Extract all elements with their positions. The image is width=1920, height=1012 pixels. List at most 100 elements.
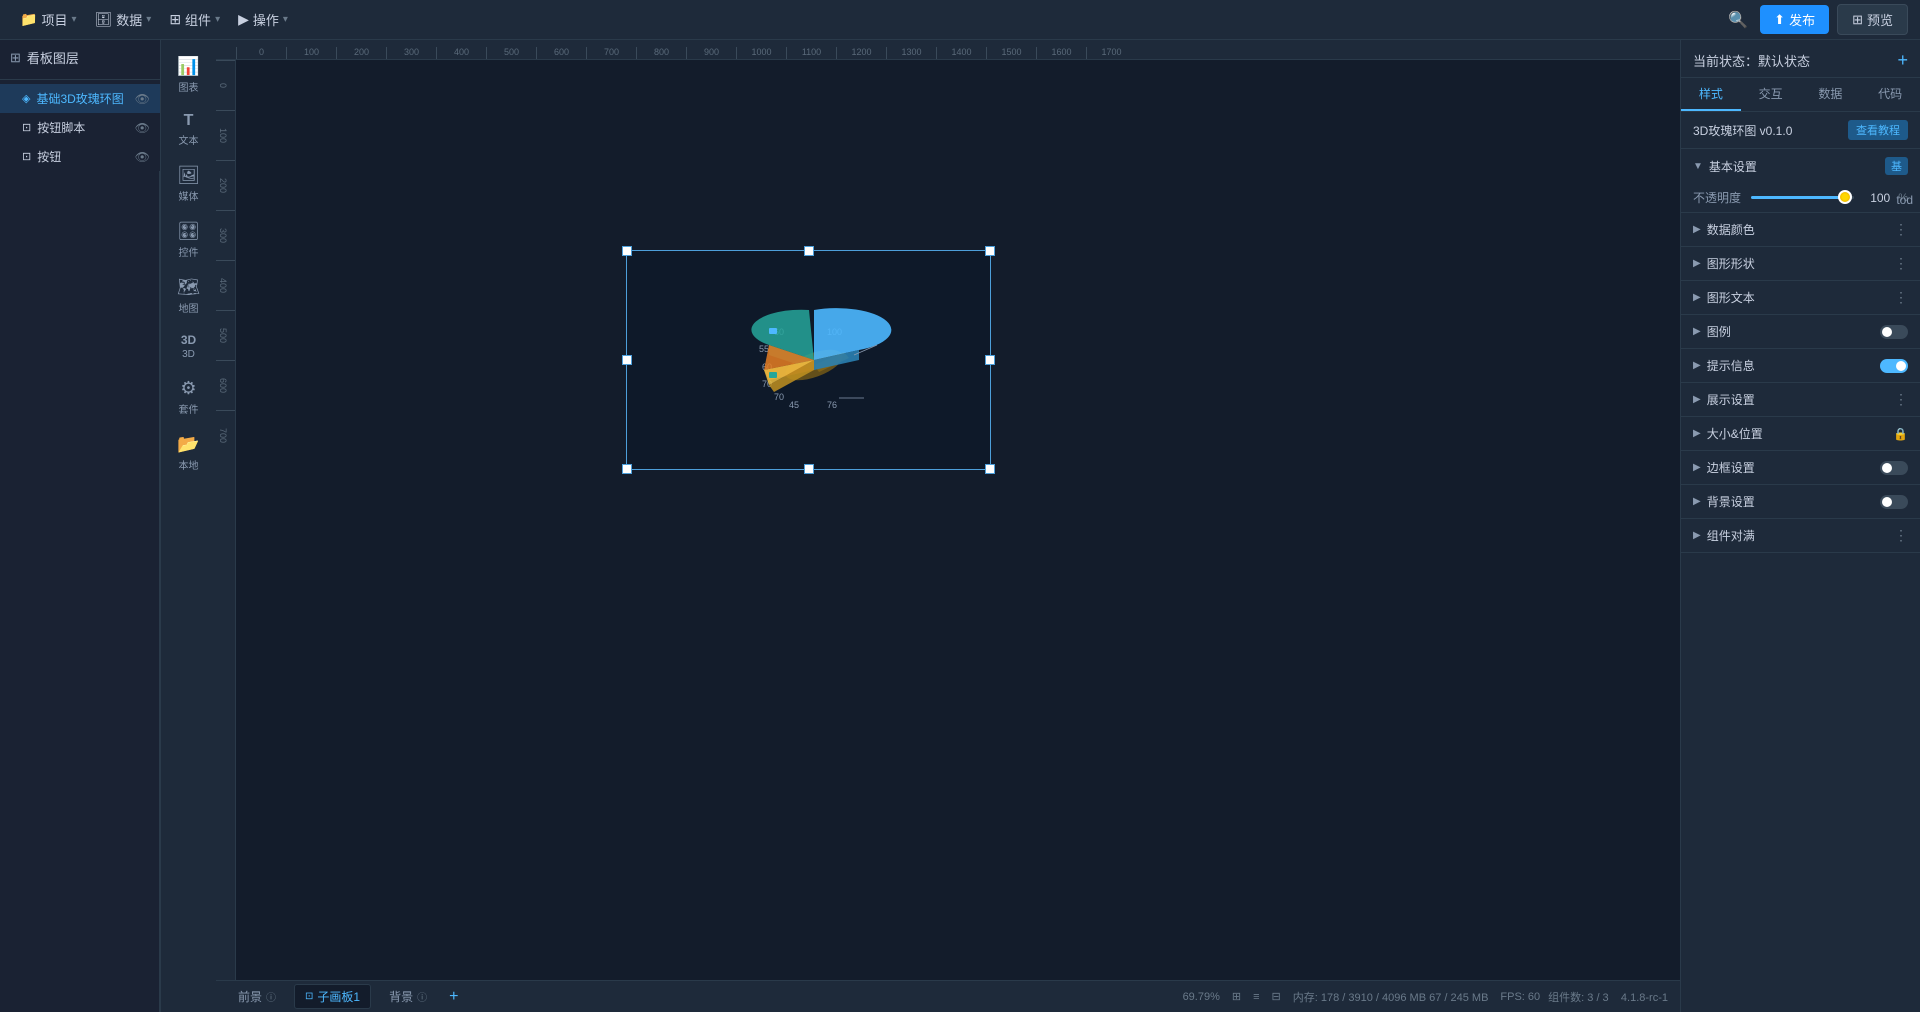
panel-item-control[interactable]: 🎛 控件 xyxy=(164,213,214,267)
handle-mr[interactable] xyxy=(985,355,995,365)
page-tab-foreground[interactable]: 前景 ⓘ xyxy=(228,985,286,1008)
border-header[interactable]: ▶ 边框设置 xyxy=(1681,451,1920,484)
panel-item-suite[interactable]: ⚙ 套件 xyxy=(164,370,214,424)
section-background: ▶ 背景设置 xyxy=(1681,485,1920,519)
search-icon[interactable]: 🔍 xyxy=(1724,6,1752,34)
tutorial-button[interactable]: 查看教程 xyxy=(1848,120,1908,140)
publish-button[interactable]: ⬆ 发布 xyxy=(1760,5,1829,34)
memory-info: 内存: 178 / 3910 / 4096 MB 67 / 245 MB xyxy=(1293,989,1489,1005)
layer-tree-header[interactable]: ⊞ 看板图层 xyxy=(0,40,160,75)
chart-shape-header[interactable]: ▶ 图形形状 ⋮ xyxy=(1681,247,1920,280)
section-basic-header[interactable]: ▼ 基本设置 基 xyxy=(1681,149,1920,183)
data-color-arrow-icon: ▶ xyxy=(1693,224,1701,235)
ruler-mark-900: 900 xyxy=(686,47,736,59)
tab-style[interactable]: 样式 xyxy=(1681,78,1741,111)
opacity-slider[interactable] xyxy=(1751,196,1854,199)
add-state-button[interactable]: + xyxy=(1897,50,1908,71)
background-toggle[interactable] xyxy=(1880,495,1908,509)
alignment-header[interactable]: ▶ 组件对满 ⋮ xyxy=(1681,519,1920,552)
chart-text-header[interactable]: ▶ 图形文本 ⋮ xyxy=(1681,281,1920,314)
map-icon: 🗺 xyxy=(177,277,200,298)
legend-toggle[interactable] xyxy=(1880,325,1908,339)
page-tab-subcanvas[interactable]: ⊡ 子画板1 xyxy=(294,984,371,1009)
chart-shape-more-icon[interactable]: ⋮ xyxy=(1894,255,1908,272)
sidebar-item-rose-chart[interactable]: ◈ 基础3D玫瑰环图 👁 xyxy=(0,84,160,113)
handle-br[interactable] xyxy=(985,464,995,474)
eye-icon-1[interactable]: 👁 xyxy=(135,121,150,135)
chart-text-arrow-icon: ▶ xyxy=(1693,292,1701,303)
page-tab-background[interactable]: 背景 ⓘ xyxy=(379,985,437,1008)
tooltip-toggle[interactable] xyxy=(1880,359,1908,373)
lock-icon[interactable]: 🔒 xyxy=(1893,427,1908,441)
3d-icon: 3D xyxy=(181,333,196,347)
suite-icon: ⚙ xyxy=(180,378,196,399)
panel-item-local[interactable]: 📂 本地 xyxy=(164,426,214,480)
legend-header[interactable]: ▶ 图例 xyxy=(1681,315,1920,348)
ruler-mark-600: 600 xyxy=(536,47,586,59)
panel-item-text[interactable]: T 文本 xyxy=(164,104,214,155)
left-panel: ⊞ 看板图层 ◈ 基础3D玫瑰环图 👁 ⊡ 按钮脚本 👁 ⊡ 按钮 👁 xyxy=(0,40,160,1012)
chart-shape-label: 图形形状 xyxy=(1707,255,1888,272)
display-header[interactable]: ▶ 展示设置 ⋮ xyxy=(1681,383,1920,416)
data-color-more-icon[interactable]: ⋮ xyxy=(1894,221,1908,238)
eye-icon-0[interactable]: 👁 xyxy=(135,92,150,106)
handle-tr[interactable] xyxy=(985,246,995,256)
background-header[interactable]: ▶ 背景设置 xyxy=(1681,485,1920,518)
publish-icon: ⬆ xyxy=(1774,12,1785,28)
foreground-info-icon: ⓘ xyxy=(266,989,276,1004)
opacity-label: 不透明度 xyxy=(1693,189,1743,206)
alignment-arrow-icon: ▶ xyxy=(1693,530,1701,541)
canvas-content: 0 100 200 300 400 500 600 700 xyxy=(216,60,1680,980)
preview-button[interactable]: ⊞ 预览 xyxy=(1837,4,1908,35)
tab-interaction[interactable]: 交互 xyxy=(1741,78,1801,111)
add-page-button[interactable]: + xyxy=(445,988,462,1006)
tooltip-arrow-icon: ▶ xyxy=(1693,360,1701,371)
svg-text:70: 70 xyxy=(774,392,784,402)
sidebar-item-button[interactable]: ⊡ 按钮 👁 xyxy=(0,142,160,171)
menu-project[interactable]: 📁 项目 ▾ xyxy=(12,6,84,33)
panel-tabs: 样式 交互 数据 代码 xyxy=(1681,78,1920,112)
section-chart-text: ▶ 图形文本 ⋮ xyxy=(1681,281,1920,315)
legend-arrow-icon: ▶ xyxy=(1693,326,1701,337)
handle-ml[interactable] xyxy=(622,355,632,365)
chart-text-more-icon[interactable]: ⋮ xyxy=(1894,289,1908,306)
tooltip-header[interactable]: ▶ 提示信息 xyxy=(1681,349,1920,382)
menu-action[interactable]: ▶ 操作 ▾ xyxy=(230,6,296,33)
handle-tl[interactable] xyxy=(622,246,632,256)
handle-tm[interactable] xyxy=(804,246,814,256)
display-more-icon[interactable]: ⋮ xyxy=(1894,391,1908,408)
ruler-left-700: 700 xyxy=(216,410,235,460)
background-label: 背景设置 xyxy=(1707,493,1880,510)
view-icon-3[interactable]: ⊟ xyxy=(1272,990,1281,1003)
opacity-thumb[interactable] xyxy=(1838,190,1852,204)
menu-data[interactable]: 🗄 数据 ▾ xyxy=(86,6,159,33)
basic-blue-tag: 基 xyxy=(1885,157,1908,175)
version-info: 4.1.8-rc-1 xyxy=(1621,992,1668,1004)
border-toggle[interactable] xyxy=(1880,461,1908,475)
section-display: ▶ 展示设置 ⋮ xyxy=(1681,383,1920,417)
chart-component[interactable]: 60 55 60 70 70 45 100 76 xyxy=(626,250,991,470)
panel-item-map[interactable]: 🗺 地图 xyxy=(164,269,214,323)
menu-component[interactable]: ⊞ 组件 ▾ xyxy=(161,6,228,33)
menu-group: 📁 项目 ▾ 🗄 数据 ▾ ⊞ 组件 ▾ ▶ 操作 ▾ xyxy=(12,6,296,33)
tab-data[interactable]: 数据 xyxy=(1801,78,1861,111)
sidebar-item-script[interactable]: ⊡ 按钮脚本 👁 xyxy=(0,113,160,142)
handle-bl[interactable] xyxy=(622,464,632,474)
project-icon: 📁 xyxy=(20,11,37,28)
canvas-viewport[interactable]: 60 55 60 70 70 45 100 76 xyxy=(236,60,1680,980)
view-icon-2[interactable]: ≡ xyxy=(1253,991,1259,1003)
section-alignment: ▶ 组件对满 ⋮ xyxy=(1681,519,1920,553)
data-color-header[interactable]: ▶ 数据颜色 ⋮ xyxy=(1681,213,1920,246)
ruler-mark-1000: 1000 xyxy=(736,47,786,59)
alignment-more-icon[interactable]: ⋮ xyxy=(1894,527,1908,544)
eye-icon-2[interactable]: 👁 xyxy=(135,150,150,164)
view-icon-1[interactable]: ⊞ xyxy=(1232,990,1241,1003)
ruler-left-0: 0 xyxy=(216,60,235,110)
handle-bm[interactable] xyxy=(804,464,814,474)
panel-item-media[interactable]: 🖼 媒体 xyxy=(164,157,214,211)
tab-code[interactable]: 代码 xyxy=(1860,78,1920,111)
size-position-header[interactable]: ▶ 大小&位置 🔒 xyxy=(1681,417,1920,450)
panel-item-3d[interactable]: 3D 3D xyxy=(164,325,214,368)
rose-chart-svg: 60 55 60 70 70 45 100 76 xyxy=(709,280,909,440)
panel-item-chart[interactable]: 📊 图表 xyxy=(164,48,214,102)
